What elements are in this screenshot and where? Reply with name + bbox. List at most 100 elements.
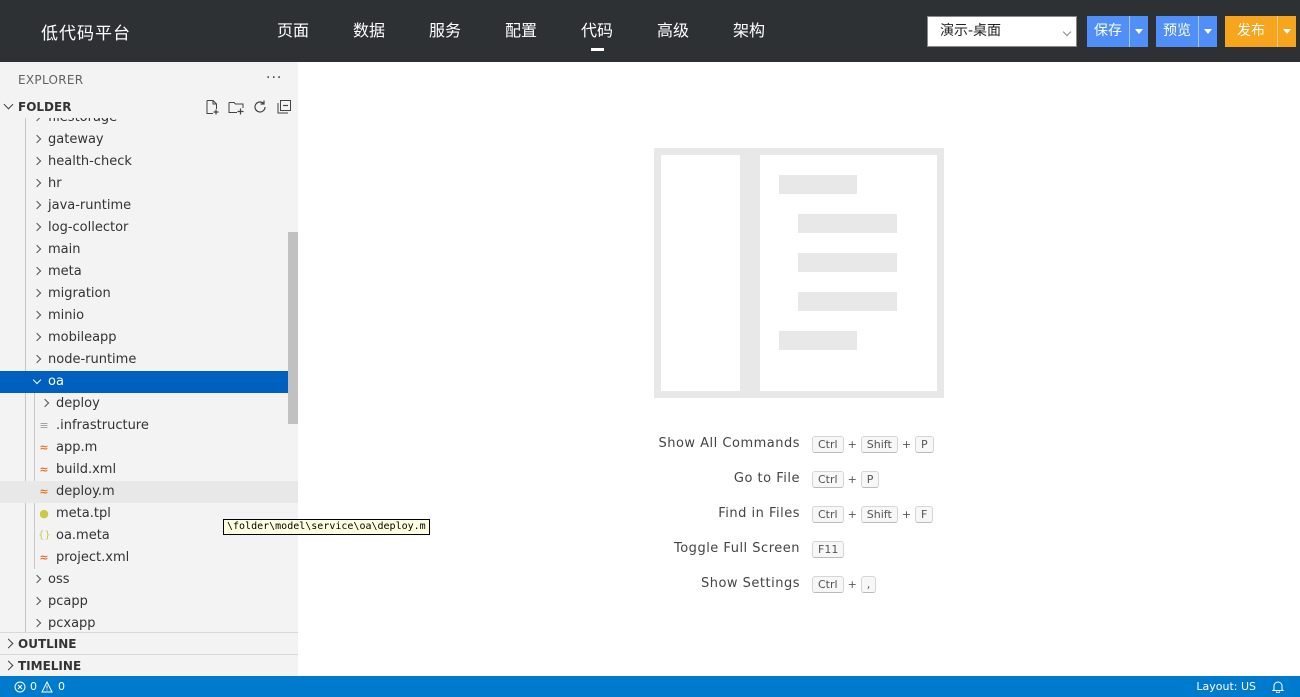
editor-area: Show All Commands Ctrl + Shift + P Go to File C… (298, 62, 1300, 676)
bell-icon[interactable] (1272, 680, 1284, 693)
chevron-down-icon (3, 99, 14, 110)
keyboard-layout[interactable]: Layout: US (1196, 676, 1256, 697)
tree-item-label: .infrastructure (56, 418, 149, 433)
key-separator: + (901, 507, 912, 521)
collapse-all-icon[interactable] (276, 99, 292, 115)
chevron-right-icon (32, 178, 42, 188)
nav-item-services[interactable]: 服务 (407, 0, 483, 62)
environment-select-value: 演示-桌面 (940, 23, 1002, 39)
shortcut-row: Toggle Full Screen F11 (598, 539, 998, 559)
nav-item-pages[interactable]: 页面 (255, 0, 331, 62)
shortcut-keys: F11 (812, 539, 845, 559)
chevron-right-icon (32, 244, 42, 254)
refresh-icon[interactable] (252, 99, 268, 115)
tree-folder[interactable]: minio (0, 305, 298, 327)
json-file-icon: {} (38, 530, 51, 541)
tree-item-label: log-collector (48, 220, 129, 235)
shortcut-label: Toggle Full Screen (674, 541, 800, 556)
preview-dropdown-button[interactable] (1198, 16, 1217, 47)
chevron-right-icon (32, 222, 42, 232)
tree-file[interactable]: ≡ .infrastructure (0, 415, 298, 437)
tree-item-label: deploy.m (56, 484, 115, 499)
shortcut-keys: Ctrl + P (812, 469, 880, 489)
text-file-icon: ≡ (39, 419, 49, 432)
tree-folder[interactable]: meta (0, 261, 298, 283)
new-file-icon[interactable] (204, 99, 220, 115)
chevron-right-icon (32, 596, 42, 606)
new-folder-icon[interactable] (228, 99, 244, 115)
tree-folder[interactable]: health-check (0, 151, 298, 173)
tree-folder[interactable]: gateway (0, 129, 298, 151)
tree-folder[interactable]: oa (0, 371, 298, 393)
shortcut-keys: Ctrl +, (812, 574, 877, 594)
tree-folder[interactable]: filestorage (0, 118, 298, 129)
publish-dropdown-button[interactable] (1277, 16, 1296, 47)
brand-title: 低代码平台 (41, 24, 131, 44)
chevron-right-icon (3, 660, 14, 671)
chevron-right-icon (32, 618, 42, 628)
tree-folder[interactable]: deploy (0, 393, 298, 415)
tree-folder[interactable]: migration (0, 283, 298, 305)
nav-item-data[interactable]: 数据 (331, 0, 407, 62)
save-button[interactable]: 保存 (1087, 16, 1129, 47)
explorer-sidebar: EXPLORER ··· FOLDER filestorage gateway he… (0, 62, 298, 676)
keybinding-key: F11 (812, 540, 845, 558)
keybinding-key: Shift (860, 435, 898, 453)
keybinding-key: Ctrl (812, 575, 844, 593)
tree-file[interactable]: ≈ build.xml (0, 459, 298, 481)
tree-item-label: java-runtime (48, 198, 132, 213)
keybinding-key: P (915, 435, 934, 453)
nav-item-architecture[interactable]: 架构 (711, 0, 787, 62)
watermark-bar (779, 175, 857, 194)
tree-folder[interactable]: main (0, 239, 298, 261)
tree-folder[interactable]: node-runtime (0, 349, 298, 371)
tree-item-label: node-runtime (48, 352, 137, 367)
watermark-divider (740, 155, 760, 391)
shortcut-row: Find in Files Ctrl + Shift + F (598, 504, 998, 524)
tree-folder[interactable]: pcxapp (0, 613, 298, 633)
save-dropdown-button[interactable] (1129, 16, 1148, 47)
nav-item-code[interactable]: 代码 (559, 0, 635, 62)
main-nav: 页面 数据 服务 配置 代码 高级 架构 (255, 0, 787, 62)
outline-section-header[interactable]: OUTLINE (0, 632, 298, 654)
tree-item-label: app.m (56, 440, 98, 455)
shortcut-row: Go to File Ctrl + P (598, 469, 998, 489)
more-actions-icon[interactable]: ··· (266, 70, 282, 86)
warning-icon (41, 680, 53, 692)
tree-folder[interactable]: java-runtime (0, 195, 298, 217)
chevron-right-icon (32, 156, 42, 166)
tree-item-label: oa.meta (56, 528, 110, 543)
timeline-section-header[interactable]: TIMELINE (0, 654, 298, 676)
shortcut-label: Show All Commands (658, 436, 800, 451)
tree-item-label: pcapp (48, 594, 88, 609)
preview-button[interactable]: 预览 (1156, 16, 1198, 47)
chevron-right-icon (32, 118, 42, 122)
problems-indicator[interactable]: 0 0 (14, 676, 65, 697)
save-split-button: 保存 (1087, 16, 1148, 47)
top-bar: 低代码平台 页面 数据 服务 配置 代码 高级 架构 演示-桌面 保存 预览 发… (0, 0, 1300, 62)
tree-file[interactable]: ≈ project.xml (0, 547, 298, 569)
tree-file[interactable]: ≈ app.m (0, 437, 298, 459)
tree-item-label: meta.tpl (56, 506, 111, 521)
tree-folder[interactable]: log-collector (0, 217, 298, 239)
key-separator: + (847, 472, 857, 486)
rss-file-icon: ≈ (39, 485, 49, 498)
tree-folder[interactable]: oss (0, 569, 298, 591)
tree-file[interactable]: ≈ deploy.m (0, 481, 298, 503)
environment-select[interactable]: 演示-桌面 (927, 16, 1077, 47)
tree-item-label: deploy (56, 396, 100, 411)
tree-folder[interactable]: mobileapp (0, 327, 298, 349)
rss-file-icon: ≈ (39, 441, 49, 454)
shortcut-keys: Ctrl + Shift + F (812, 504, 934, 524)
tree-folder[interactable]: hr (0, 173, 298, 195)
sidebar-scrollbar[interactable] (288, 232, 298, 424)
tree-item-label: migration (48, 286, 111, 301)
publish-button[interactable]: 发布 (1225, 16, 1277, 47)
shortcut-row: Show All Commands Ctrl + Shift + P (598, 434, 998, 454)
tree-folder[interactable]: pcapp (0, 591, 298, 613)
nav-item-advanced[interactable]: 高级 (635, 0, 711, 62)
nav-item-config[interactable]: 配置 (483, 0, 559, 62)
timeline-section-label: TIMELINE (18, 659, 82, 673)
chevron-right-icon (32, 574, 42, 584)
tree-item-label: meta (48, 264, 82, 279)
